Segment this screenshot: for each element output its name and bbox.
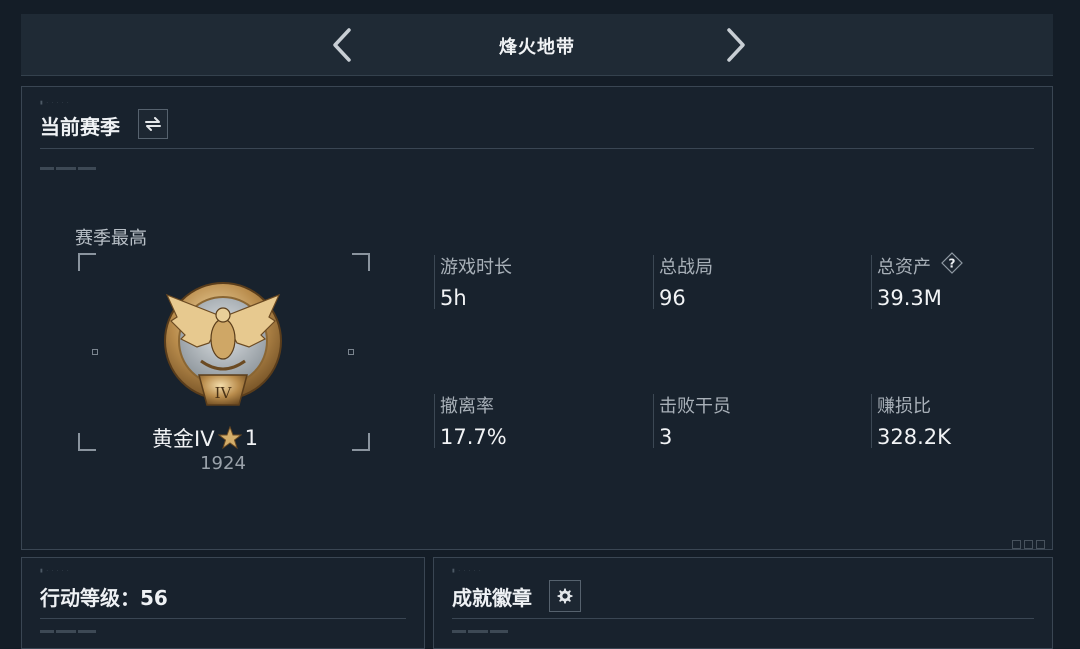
stat-label: 击败干员 — [659, 396, 731, 417]
decorative-code-text: ▮ · · · · · — [452, 568, 482, 574]
gold-eagle-rank-badge: IV — [163, 277, 283, 409]
frame-corner — [78, 433, 96, 451]
mode-switcher-bar: 烽火地带 — [21, 14, 1053, 76]
frame-corner — [352, 253, 370, 271]
stat-value: 5h — [440, 286, 467, 310]
achievement-badges-panel: ▮ · · · · · 成就徽章 — [433, 557, 1053, 649]
stat-label: 总资产 — [877, 257, 931, 278]
stat-divider — [871, 255, 872, 309]
rank-numeral: IV — [215, 384, 233, 402]
stat-label: 赚损比 — [877, 396, 931, 417]
action-level-title: 行动等级：56 — [40, 586, 168, 610]
rank-name: 黄金IV 1 — [152, 423, 312, 453]
gear-icon[interactable] — [549, 580, 581, 612]
rank-tier-text: 黄金IV — [152, 427, 215, 451]
heading-divider — [40, 618, 406, 619]
stat-value: 328.2K — [877, 425, 951, 449]
question-mark-icon[interactable]: ? — [941, 252, 963, 274]
mode-title: 烽火地带 — [499, 37, 575, 58]
stat-divider — [653, 255, 654, 309]
decorative-bars — [40, 167, 98, 170]
chevron-right-icon[interactable] — [715, 24, 755, 66]
stat-divider — [434, 255, 435, 309]
season-stats-panel: ▮ · · · · · 当前赛季 赛季最高 IV 黄金IV 1 1924 游戏时… — [21, 86, 1053, 550]
stat-label: 总战局 — [659, 257, 713, 278]
frame-marker — [92, 349, 98, 355]
heading-divider — [40, 148, 1034, 149]
rank-stars-count: 1 — [244, 426, 258, 450]
season-best-label: 赛季最高 — [75, 228, 147, 249]
decorative-code-text: ▮ · · · · · — [40, 100, 70, 106]
stat-divider — [653, 394, 654, 448]
frame-corner — [78, 253, 96, 271]
decorative-code-text: ▮ · · · · · — [40, 568, 70, 574]
decorative-bars — [40, 630, 98, 633]
frame-corner — [352, 433, 370, 451]
decorative-squares — [1009, 534, 1045, 553]
swap-arrows-icon[interactable] — [138, 109, 168, 139]
decorative-bars — [452, 630, 510, 633]
svg-text:?: ? — [949, 257, 956, 271]
frame-marker — [348, 349, 354, 355]
heading-divider — [452, 618, 1034, 619]
achievement-badges-title: 成就徽章 — [452, 586, 532, 610]
stat-label: 游戏时长 — [440, 257, 512, 278]
rank-score: 1924 — [200, 453, 246, 474]
season-title: 当前赛季 — [40, 115, 120, 139]
stat-value: 96 — [659, 286, 686, 310]
stat-divider — [871, 394, 872, 448]
stat-value: 3 — [659, 425, 673, 449]
stat-value: 39.3M — [877, 286, 942, 310]
stat-label: 撤离率 — [440, 396, 494, 417]
star-icon — [217, 425, 243, 450]
action-level-panel: ▮ · · · · · 行动等级：56 — [21, 557, 425, 649]
stat-value: 17.7% — [440, 425, 507, 449]
stat-divider — [434, 394, 435, 448]
